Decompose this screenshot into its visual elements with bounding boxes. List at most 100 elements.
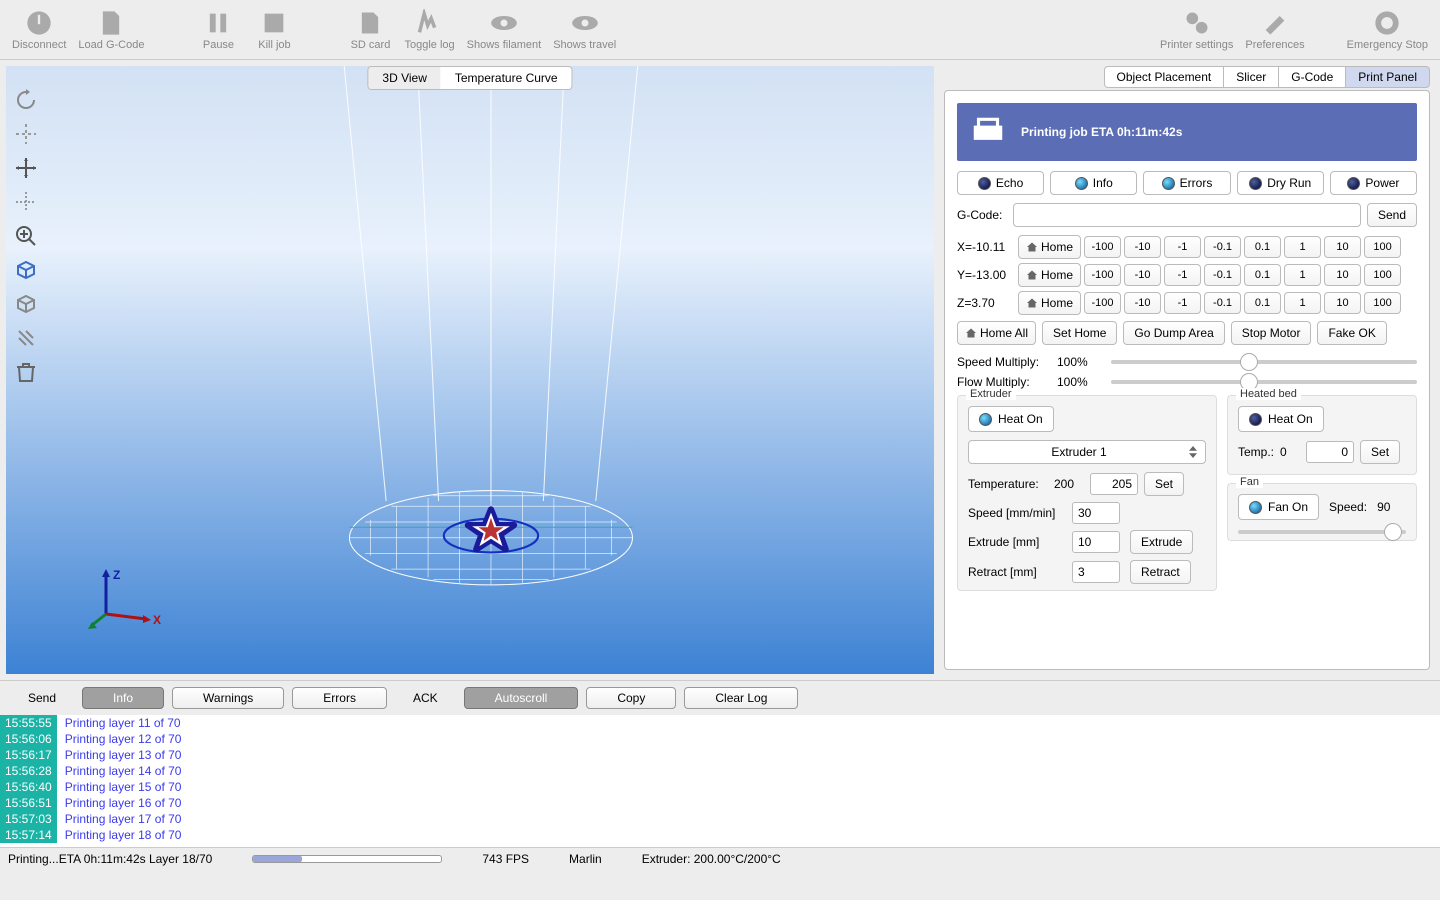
tab-object-placement[interactable]: Object Placement [1104, 66, 1225, 88]
sd-card-button[interactable]: SD card [342, 7, 398, 53]
step-button[interactable]: 10 [1324, 236, 1361, 258]
front-view-icon[interactable] [12, 290, 40, 318]
filter-autoscroll[interactable]: Autoscroll [464, 687, 579, 709]
gcode-input[interactable] [1013, 203, 1361, 227]
parallel-icon[interactable] [12, 324, 40, 352]
bed-temp-set-button[interactable]: Set [1360, 440, 1400, 464]
toggle-errors[interactable]: Errors [1143, 171, 1230, 195]
step-button[interactable]: -10 [1124, 264, 1161, 286]
filter-ack[interactable]: ACK [395, 691, 456, 705]
reset-view-icon[interactable] [12, 86, 40, 114]
retract-mm-input[interactable] [1072, 561, 1120, 583]
temperature-label: Temperature: [968, 477, 1048, 491]
step-button[interactable]: 100 [1364, 264, 1401, 286]
step-button[interactable]: 10 [1324, 264, 1361, 286]
fan-speed-slider[interactable] [1238, 530, 1406, 534]
kill-job-button[interactable]: Kill job [246, 7, 302, 53]
step-button[interactable]: 1 [1284, 292, 1321, 314]
extruder-select[interactable]: Extruder 1 [968, 440, 1206, 464]
disconnect-button[interactable]: Disconnect [6, 7, 72, 53]
fan-panel: Fan Fan On Speed: 90 [1227, 483, 1417, 541]
3d-viewport[interactable]: Z X [6, 66, 934, 674]
log-message: Printing layer 13 of 70 [65, 747, 182, 763]
stop-motor-button[interactable]: Stop Motor [1231, 321, 1312, 345]
speed-multiply-label: Speed Multiply: [957, 355, 1049, 369]
step-button[interactable]: 0.1 [1244, 264, 1281, 286]
step-button[interactable]: 100 [1364, 236, 1401, 258]
step-button[interactable]: 1 [1284, 236, 1321, 258]
retract-button[interactable]: Retract [1130, 560, 1191, 584]
step-button[interactable]: -10 [1124, 292, 1161, 314]
log-output[interactable]: 15:55:55Printing layer 11 of 7015:56:06P… [0, 715, 1440, 847]
fake-ok-button[interactable]: Fake OK [1317, 321, 1386, 345]
step-button[interactable]: -1 [1164, 236, 1201, 258]
extrude-speed-input[interactable] [1072, 502, 1120, 524]
toggle-power[interactable]: Power [1330, 171, 1417, 195]
copy-log-button[interactable]: Copy [586, 687, 676, 709]
temperature-set-button[interactable]: Set [1144, 472, 1184, 496]
zoom-icon[interactable] [12, 222, 40, 250]
filter-warnings[interactable]: Warnings [172, 687, 284, 709]
main-toolbar: Disconnect Load G-Code Pause Kill job SD… [0, 0, 1440, 60]
step-button[interactable]: 0.1 [1244, 292, 1281, 314]
bed-temp-input[interactable] [1306, 441, 1354, 463]
tab-3d-view[interactable]: 3D View [368, 67, 440, 89]
move-view-icon[interactable] [12, 154, 40, 182]
step-button[interactable]: -1 [1164, 264, 1201, 286]
printer-settings-button[interactable]: Printer settings [1154, 7, 1239, 53]
emergency-stop-button[interactable]: Emergency Stop [1341, 7, 1434, 53]
speed-multiply-slider[interactable] [1111, 360, 1417, 364]
step-button[interactable]: -0.1 [1204, 264, 1241, 286]
filter-info[interactable]: Info [82, 687, 164, 709]
toggle-info[interactable]: Info [1050, 171, 1137, 195]
step-button[interactable]: -100 [1084, 292, 1121, 314]
step-button[interactable]: -1 [1164, 292, 1201, 314]
bed-heat-on-button[interactable]: Heat On [1238, 406, 1324, 432]
home-axis-1-button[interactable]: Home [1018, 263, 1081, 287]
clear-log-button[interactable]: Clear Log [684, 687, 798, 709]
extruder-heat-on-button[interactable]: Heat On [968, 406, 1054, 432]
rotate-icon[interactable] [12, 188, 40, 216]
send-gcode-button[interactable]: Send [1367, 203, 1417, 227]
tab-print-panel[interactable]: Print Panel [1345, 66, 1430, 88]
move-obj-icon[interactable] [12, 120, 40, 148]
step-button[interactable]: 10 [1324, 292, 1361, 314]
heated-bed-panel: Heated bed Heat On Temp.: 0 Set [1227, 395, 1417, 475]
shows-filament-button[interactable]: Shows filament [461, 7, 548, 53]
tab-temperature-curve[interactable]: Temperature Curve [441, 67, 572, 89]
home-axis-0-button[interactable]: Home [1018, 235, 1081, 259]
log-message: Printing layer 11 of 70 [65, 715, 181, 731]
toggle-dry-run[interactable]: Dry Run [1237, 171, 1324, 195]
filter-errors[interactable]: Errors [292, 687, 387, 709]
step-button[interactable]: 0.1 [1244, 236, 1281, 258]
pause-button[interactable]: Pause [190, 7, 246, 53]
go-dump-button[interactable]: Go Dump Area [1123, 321, 1224, 345]
step-button[interactable]: -100 [1084, 264, 1121, 286]
tab-slicer[interactable]: Slicer [1223, 66, 1279, 88]
temperature-current: 200 [1054, 477, 1084, 491]
step-button[interactable]: 100 [1364, 292, 1401, 314]
extrude-mm-input[interactable] [1072, 531, 1120, 553]
fan-on-button[interactable]: Fan On [1238, 494, 1319, 520]
tab-gcode[interactable]: G-Code [1278, 66, 1346, 88]
preferences-button[interactable]: Preferences [1239, 7, 1310, 53]
step-button[interactable]: -0.1 [1204, 292, 1241, 314]
step-button[interactable]: -0.1 [1204, 236, 1241, 258]
shows-travel-button[interactable]: Shows travel [547, 7, 622, 53]
led-icon [1249, 413, 1262, 426]
temperature-set-input[interactable] [1090, 473, 1138, 495]
home-all-button[interactable]: Home All [957, 321, 1036, 345]
home-axis-2-button[interactable]: Home [1018, 291, 1081, 315]
toggle-echo[interactable]: Echo [957, 171, 1044, 195]
flow-multiply-slider[interactable] [1111, 380, 1417, 384]
load-gcode-button[interactable]: Load G-Code [72, 7, 150, 53]
iso-view-icon[interactable] [12, 256, 40, 284]
extrude-button[interactable]: Extrude [1130, 530, 1193, 554]
set-home-button[interactable]: Set Home [1042, 321, 1117, 345]
trash-icon[interactable] [12, 358, 40, 386]
step-button[interactable]: -10 [1124, 236, 1161, 258]
toggle-log-button[interactable]: Toggle log [398, 7, 460, 53]
step-button[interactable]: 1 [1284, 264, 1321, 286]
filter-send[interactable]: Send [10, 691, 74, 705]
step-button[interactable]: -100 [1084, 236, 1121, 258]
